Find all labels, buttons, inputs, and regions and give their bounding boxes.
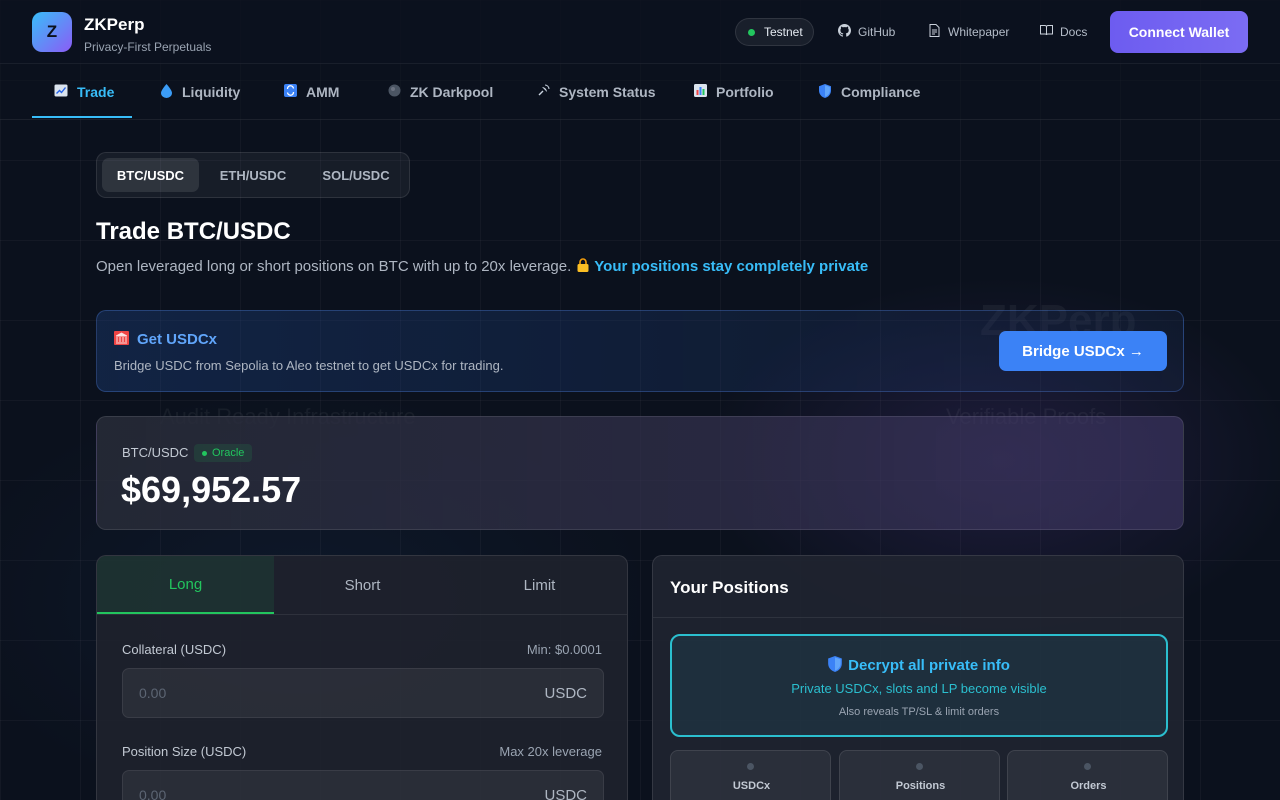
privacy-note: Your positions stay completely private: [594, 258, 869, 275]
nav-tab-label: AMM: [306, 84, 340, 100]
bar-chart-icon: [693, 84, 707, 100]
decrypt-note: Also reveals TP/SL & limit orders: [838, 706, 1000, 718]
bank-icon: [114, 331, 129, 348]
chart-icon: [54, 84, 68, 100]
decrypt-button[interactable]: Decrypt all private info Private USDCx, …: [670, 634, 1168, 737]
nav-tab-amm[interactable]: AMM: [283, 64, 339, 120]
github-icon: [838, 24, 851, 40]
brand-logo[interactable]: Z: [32, 12, 72, 52]
position-size-input[interactable]: [139, 771, 519, 800]
satellite-icon: [536, 84, 550, 100]
nav-tab-label: Liquidity: [182, 84, 241, 100]
network-badge[interactable]: Testnet: [735, 18, 814, 46]
network-label: Testnet: [764, 25, 803, 39]
nav-tab-zk-darkpool[interactable]: ZK Darkpool: [387, 64, 493, 120]
tab-long[interactable]: Long: [97, 556, 274, 614]
shield-icon: [818, 83, 832, 101]
collateral-unit: USDC: [544, 685, 587, 702]
market-btc-usdc[interactable]: BTC/USDC: [102, 158, 199, 192]
collateral-hint: Min: $0.0001: [526, 642, 602, 657]
nav-tab-label: ZK Darkpool: [410, 84, 494, 100]
bridge-title: Get USDCx: [114, 331, 217, 348]
position-size-label: Position Size (USDC): [122, 744, 247, 759]
swap-icon: [283, 84, 297, 100]
decrypt-subtitle: Private USDCx, slots and LP become visib…: [791, 681, 1047, 696]
market-sol-usdc[interactable]: SOL/USDC: [307, 158, 405, 192]
nav-tab-system-status[interactable]: System Status: [536, 64, 655, 120]
stat-dot-icon: [916, 763, 923, 770]
droplet-icon: [159, 83, 173, 101]
shield-icon: [828, 656, 842, 674]
nav-tab-label: Trade: [77, 84, 115, 100]
decrypt-title-text: Decrypt all private info: [848, 657, 1010, 674]
github-label: GitHub: [858, 25, 896, 39]
nav-tab-label: Portfolio: [716, 84, 774, 100]
position-size-unit: USDC: [544, 787, 587, 800]
price-pair: BTC/USDC: [122, 445, 189, 460]
bridge-description: Bridge USDC from Sepolia to Aleo testnet…: [114, 358, 504, 373]
oracle-label: Oracle: [212, 447, 245, 459]
whitepaper-link[interactable]: Whitepaper: [928, 24, 1009, 40]
nav-tab-liquidity[interactable]: Liquidity: [159, 64, 240, 120]
collateral-input[interactable]: [139, 669, 519, 717]
whitepaper-label: Whitepaper: [948, 25, 1010, 39]
bridge-banner: Get USDCx Bridge USDC from Sepolia to Al…: [96, 310, 1184, 392]
tab-limit[interactable]: Limit: [451, 556, 627, 614]
price-value: $69,952.57: [121, 469, 302, 510]
nav-tab-portfolio[interactable]: Portfolio: [693, 64, 774, 120]
stat-dot-icon: [747, 763, 754, 770]
position-size-field: USDC: [122, 770, 604, 800]
lock-icon: [577, 258, 589, 275]
github-link[interactable]: GitHub: [838, 24, 895, 40]
main-nav: Trade Liquidity AMM ZK Darkpool System S…: [0, 64, 1280, 120]
active-tab-indicator: [32, 116, 132, 118]
order-tabs: Long Short Limit: [97, 556, 627, 615]
nav-tab-compliance[interactable]: Compliance: [818, 64, 920, 120]
stat-label: Orders: [1070, 780, 1107, 792]
oracle-dot-icon: [202, 450, 207, 456]
docs-link[interactable]: Docs: [1040, 24, 1087, 39]
market-eth-usdc[interactable]: ETH/USDC: [203, 158, 303, 192]
stat-card-usdcx[interactable]: USDCx: [670, 750, 831, 800]
stat-card-orders[interactable]: Orders: [1007, 750, 1168, 800]
status-dot-icon: [748, 28, 755, 36]
stat-label: Positions: [895, 780, 946, 792]
bridge-title-text: Get USDCx: [137, 331, 218, 348]
oracle-badge: Oracle: [194, 444, 253, 462]
collateral-label: Collateral (USDC): [122, 642, 227, 657]
brand-name: ZKPerp: [84, 15, 145, 34]
docs-label: Docs: [1060, 24, 1088, 39]
top-header: Z ZKPerp Privacy-First Perpetuals Testne…: [0, 0, 1280, 64]
decrypt-title: Decrypt all private info: [672, 656, 1166, 674]
position-size-hint: Max 20x leverage: [499, 744, 602, 759]
connect-wallet-button[interactable]: Connect Wallet: [1110, 11, 1248, 53]
nav-tab-label: Compliance: [841, 84, 921, 100]
price-card: BTC/USDC Oracle $69,952.57: [96, 416, 1184, 530]
document-icon: [928, 24, 941, 40]
market-selector: BTC/USDC ETH/USDC SOL/USDC: [96, 152, 410, 198]
positions-title: Your Positions: [670, 578, 789, 597]
collateral-field: USDC: [122, 668, 604, 718]
nav-tab-trade[interactable]: Trade: [54, 64, 114, 120]
dark-circle-icon: [387, 84, 401, 100]
order-panel: Long Short Limit Collateral (USDC) Min: …: [96, 555, 628, 800]
nav-tab-label: System Status: [559, 84, 656, 100]
tab-short[interactable]: Short: [274, 556, 451, 614]
positions-panel: Your Positions Decrypt all private info …: [652, 555, 1184, 800]
stat-label: USDCx: [732, 780, 771, 792]
stat-card-positions[interactable]: Positions: [839, 750, 1000, 800]
brand-tagline: Privacy-First Perpetuals: [84, 40, 212, 54]
page-title: Trade BTC/USDC: [96, 218, 291, 245]
stat-dot-icon: [1084, 763, 1091, 770]
book-icon: [1040, 24, 1053, 39]
bridge-usdcx-button[interactable]: Bridge USDCx →: [999, 331, 1167, 371]
positions-divider: [653, 617, 1183, 618]
page-subtitle: Open leveraged long or short positions o…: [96, 258, 868, 275]
page-subtitle-text: Open leveraged long or short positions o…: [96, 258, 572, 275]
